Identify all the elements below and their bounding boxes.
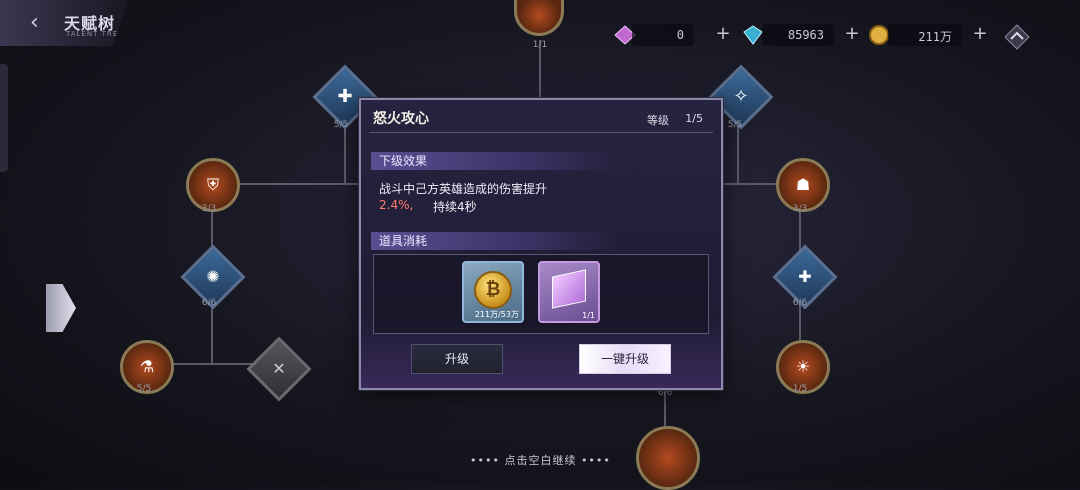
heal-icon: ✺ bbox=[206, 267, 220, 286]
tap-to-continue-hint[interactable]: •••• 点击空白继续 •••• bbox=[470, 452, 611, 468]
rank-chevron-icon[interactable] bbox=[1002, 22, 1032, 52]
upgrade-button[interactable]: 升级 bbox=[411, 344, 503, 374]
chevron-left-icon: ‹ bbox=[30, 10, 39, 35]
gold-coin-item[interactable]: ₿ 211万/53万 bbox=[462, 261, 524, 323]
title-divider bbox=[369, 132, 713, 133]
skill-book-item-icon bbox=[552, 269, 586, 309]
rune-icon: ✧ bbox=[733, 86, 749, 107]
add-gold-button[interactable]: + bbox=[970, 24, 990, 44]
talent-node-bottom[interactable] bbox=[636, 426, 700, 490]
resource-gold: 211万 bbox=[888, 24, 962, 46]
node-level-label: 6/6 bbox=[792, 298, 808, 308]
node-level-label: 5/5 bbox=[136, 384, 152, 394]
resource-crystals: 85963 bbox=[762, 24, 834, 46]
cost-items-box: ₿ 211万/53万 1/1 bbox=[373, 254, 709, 334]
back-button[interactable]: ‹ 天赋树 TALENT TREE bbox=[0, 0, 128, 46]
effect-percent: 2.4%, bbox=[379, 198, 414, 212]
level-label: 等级 bbox=[647, 114, 669, 127]
talent-name: 怒火攻心 bbox=[373, 111, 429, 127]
page-subtitle: TALENT TREE bbox=[66, 30, 124, 38]
gold-coin-item-icon: ₿ bbox=[474, 271, 512, 309]
one-click-upgrade-button[interactable]: 一键升级 bbox=[579, 344, 671, 374]
effect-duration: 持续4秒 bbox=[433, 200, 477, 214]
node-level-label: 5/5 bbox=[333, 120, 349, 130]
level-value: 1/5 bbox=[685, 112, 703, 125]
skill-book-item[interactable]: 1/1 bbox=[538, 261, 600, 323]
next-effect-header: 下级效果 bbox=[371, 152, 617, 170]
node-level-label: 1/1 bbox=[532, 40, 548, 50]
add-gems-button[interactable]: + bbox=[713, 24, 733, 44]
node-level-label: 6/6 bbox=[201, 298, 217, 308]
talent-detail-modal: 怒火攻心 等级 1/5 下级效果 战斗中己方英雄造成的伤害提升 2.4%, 持续… bbox=[359, 98, 723, 390]
strength-icon: ☗ bbox=[795, 175, 811, 194]
side-tab[interactable] bbox=[0, 64, 8, 172]
node-level-label: 1/5 bbox=[792, 384, 808, 394]
armor-icon: ⛨ bbox=[206, 175, 219, 194]
item-quantity: 1/1 bbox=[582, 311, 595, 320]
resource-gems: 0 bbox=[632, 24, 694, 46]
node-level-label: 3/3 bbox=[792, 204, 808, 214]
effect-description: 战斗中己方英雄造成的伤害提升 bbox=[379, 182, 548, 196]
node-level-label: 3/3 bbox=[201, 204, 217, 214]
item-quantity: 211万/53万 bbox=[474, 310, 519, 319]
add-crystals-button[interactable]: + bbox=[842, 24, 862, 44]
defense-icon: ✚ bbox=[798, 267, 812, 286]
cost-header: 道具消耗 bbox=[371, 232, 617, 250]
locked-rune-icon: ✕ bbox=[272, 359, 286, 378]
